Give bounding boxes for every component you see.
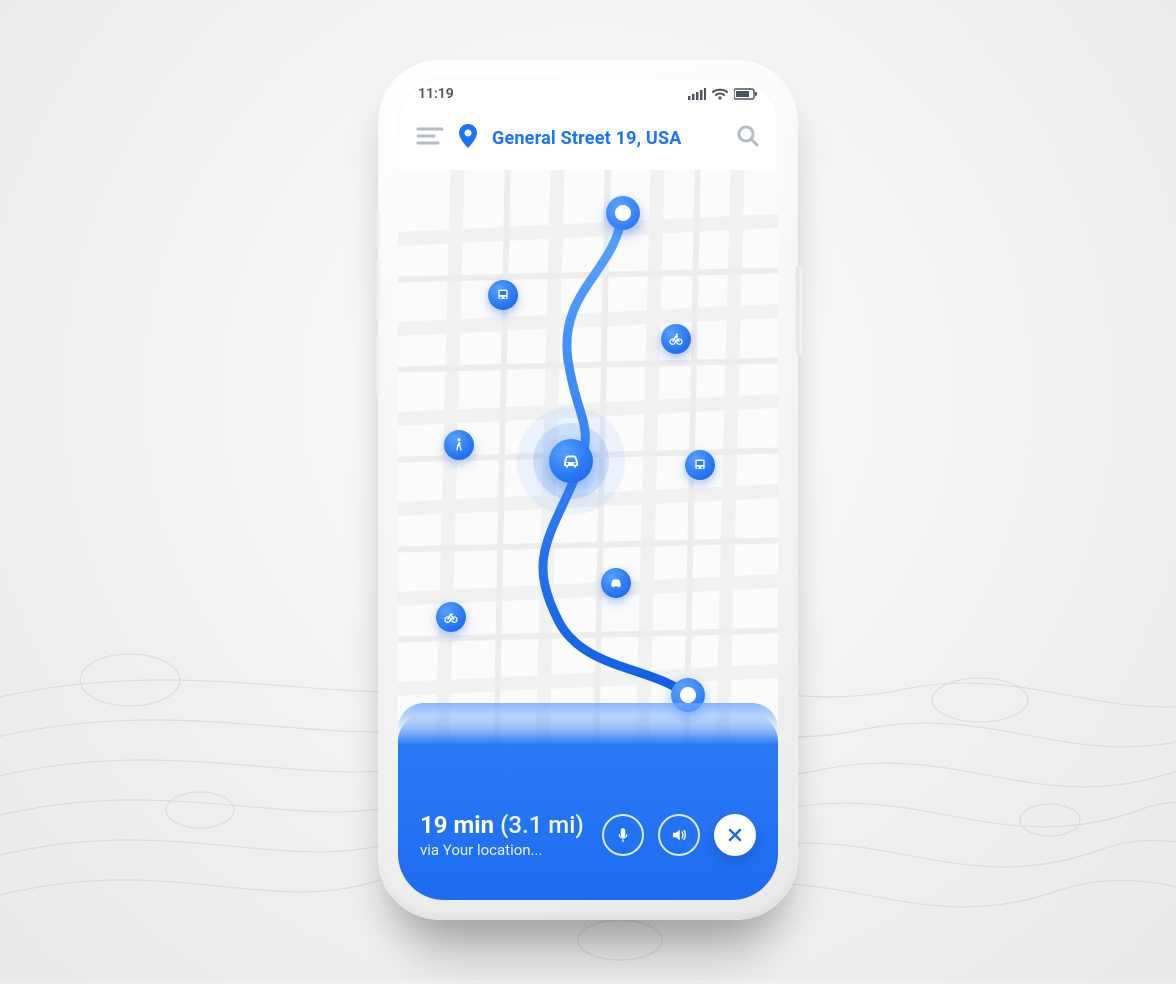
status-bar: 11:19 <box>398 78 778 110</box>
bus-poi[interactable] <box>488 280 518 310</box>
destination-address[interactable]: General Street 19, USA <box>492 128 722 149</box>
route-panel: 19 min (3.1 mi) via Your location... <box>398 715 778 900</box>
status-right <box>688 88 758 100</box>
phone-side-button <box>796 265 802 355</box>
eta-value: 19 <box>420 811 448 839</box>
walk-poi[interactable] <box>444 430 474 460</box>
phone-side-button <box>374 335 380 395</box>
map-view[interactable]: 19 min (3.1 mi) via Your location... <box>398 170 778 900</box>
close-button[interactable] <box>714 814 756 856</box>
phone-side-button <box>374 210 380 248</box>
phone-side-button <box>374 260 380 320</box>
battery-icon <box>734 88 758 100</box>
sound-button[interactable] <box>658 814 700 856</box>
route-summary: 19 min (3.1 mi) via Your location... <box>420 811 588 859</box>
route-via: via Your location... <box>420 841 588 859</box>
signal-icon <box>688 88 706 100</box>
bus-poi-right[interactable] <box>685 450 715 480</box>
bike-poi-bottom[interactable] <box>436 602 466 632</box>
car-poi-small[interactable] <box>601 568 631 598</box>
route-distance: (3.1 mi) <box>500 811 584 839</box>
search-icon[interactable] <box>736 124 760 152</box>
menu-icon[interactable] <box>416 126 444 150</box>
app-screen: 11:19 General Street 19, USA <box>398 78 778 900</box>
phone-frame: 11:19 General Street 19, USA <box>378 60 798 920</box>
wifi-icon <box>712 88 728 100</box>
car-current-poi[interactable] <box>549 439 593 483</box>
mic-button[interactable] <box>602 814 644 856</box>
bike-poi-top[interactable] <box>661 324 691 354</box>
header-bar: General Street 19, USA <box>398 110 778 166</box>
location-pin-icon <box>458 124 478 152</box>
eta-unit: min <box>454 811 495 839</box>
route-start-marker[interactable] <box>606 196 640 230</box>
status-time: 11:19 <box>418 86 454 102</box>
